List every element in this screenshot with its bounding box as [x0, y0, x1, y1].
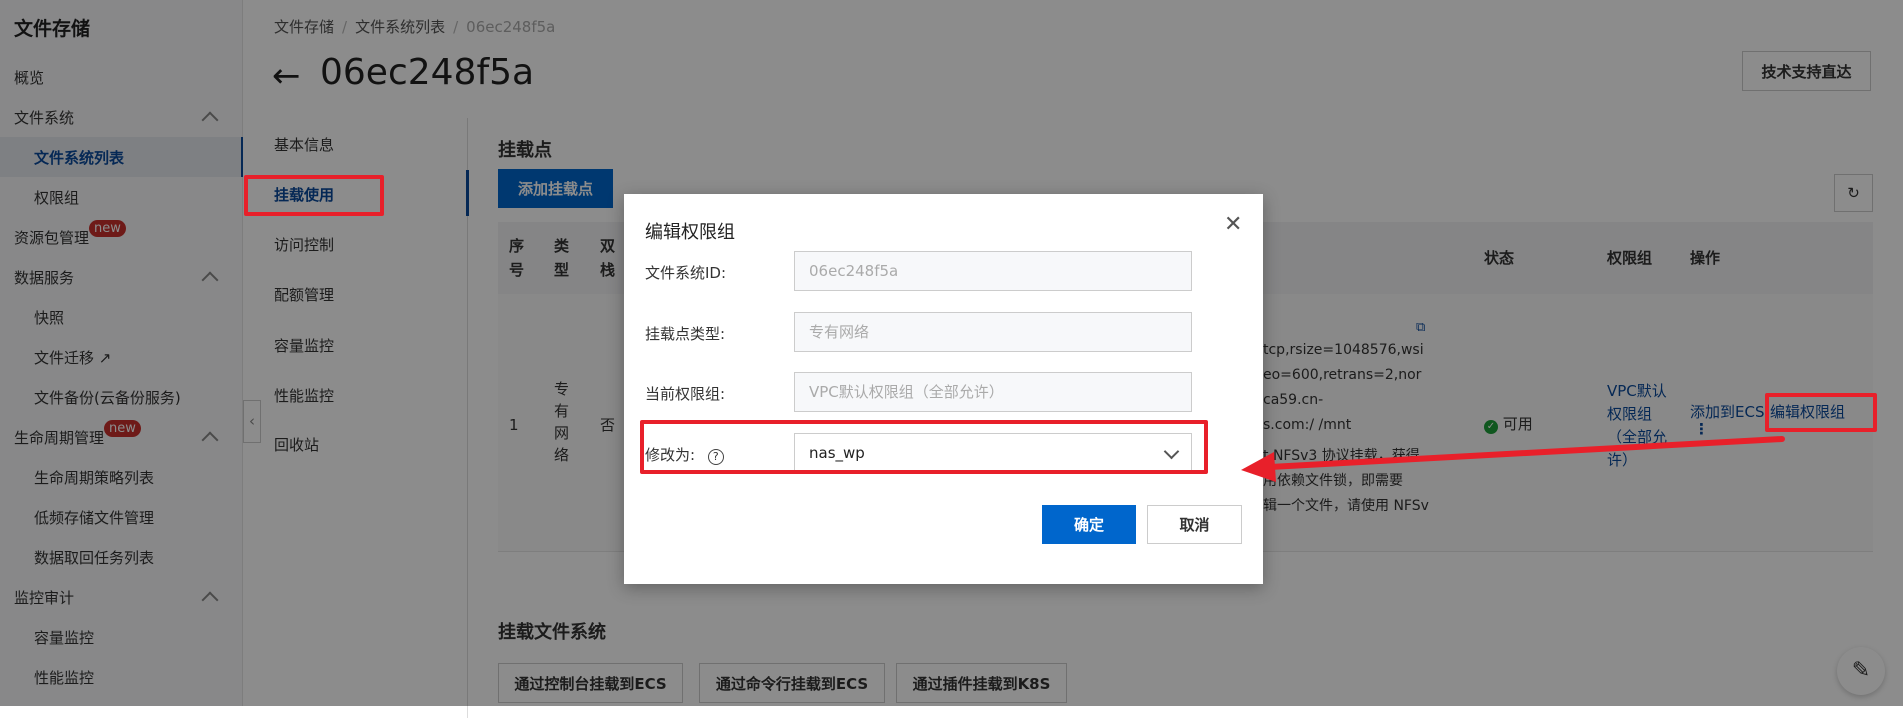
annotation-arrow: [1241, 436, 1785, 482]
